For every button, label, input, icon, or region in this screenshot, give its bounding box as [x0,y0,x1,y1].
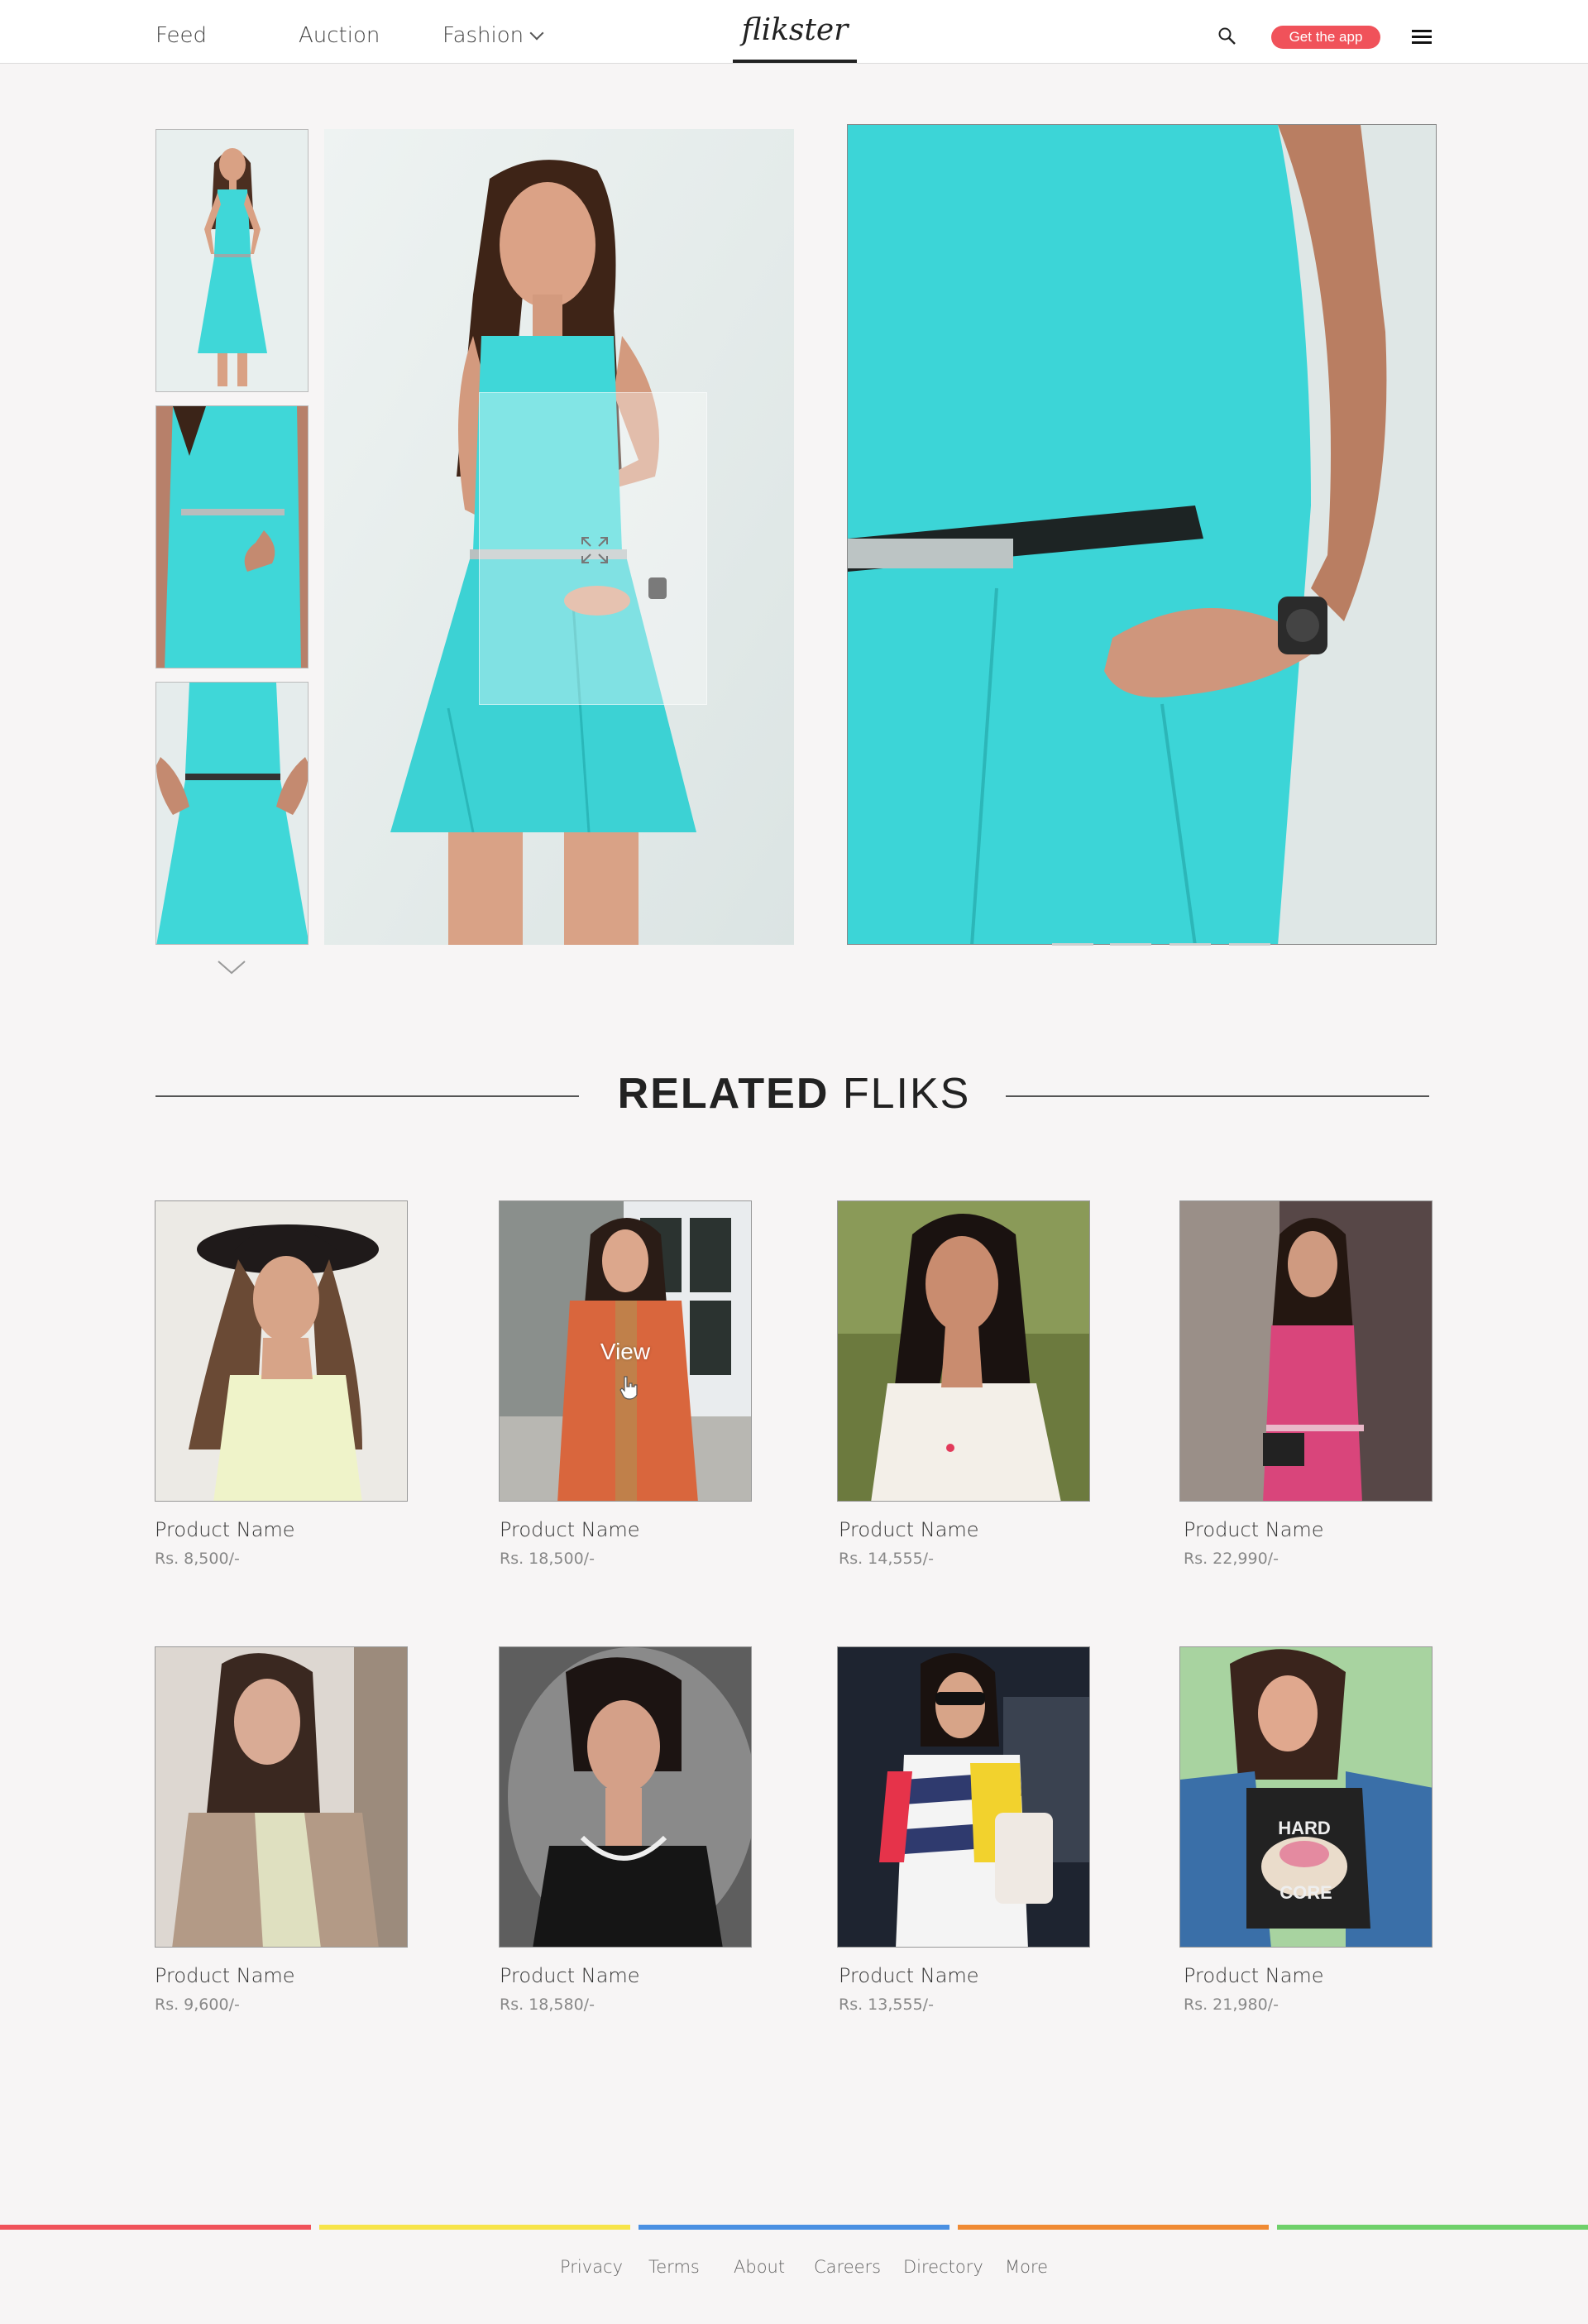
product-name: Product Name [500,1964,640,1987]
expand-icon[interactable] [581,536,609,564]
product-name: Product Name [500,1518,640,1541]
svg-text:HARD: HARD [1278,1818,1331,1838]
search-icon[interactable] [1217,26,1237,46]
product-price: Rs. 13,555/- [839,1996,934,2014]
footer-link-privacy[interactable]: Privacy [560,2257,623,2277]
footer-stripe-red [0,2225,311,2230]
zoom-pager-dot-4[interactable] [1229,943,1270,946]
product-photo-8: HARD CORE [1180,1647,1432,1947]
product-photo-1 [155,1201,407,1501]
zoom-pager-dot-2[interactable] [1110,943,1151,946]
footer-link-about[interactable]: About [734,2257,785,2277]
hand-cursor-icon [619,1376,638,1400]
product-photo-4 [1180,1201,1432,1501]
section-divider-left [155,1095,579,1097]
model-thumbnail-image [156,130,308,391]
section-divider-right [1006,1095,1429,1097]
footer-stripe-yellow [319,2225,630,2230]
product-price: Rs. 9,600/- [155,1996,240,2014]
svg-text:CORE: CORE [1279,1882,1332,1903]
nav-fashion-dropdown[interactable]: Fashion [442,23,544,48]
product-name: Product Name [1184,1964,1324,1987]
view-hover-label[interactable]: View [500,1339,751,1365]
related-fliks-heading: RELATED FLIKS [579,1069,1009,1119]
product-name: Product Name [839,1964,979,1987]
footer-stripe-green [1277,2225,1588,2230]
product-card-image-6[interactable] [499,1646,752,1948]
nav-feed[interactable]: Feed [155,23,207,48]
dress-skirt-thumbnail-image [156,683,308,944]
product-price: Rs. 18,580/- [500,1996,595,2014]
footer-link-terms[interactable]: Terms [648,2257,700,2277]
hamburger-menu-icon[interactable] [1412,30,1432,45]
get-the-app-button[interactable]: Get the app [1271,26,1380,49]
zoom-pager-dot-3[interactable] [1169,943,1211,946]
main-product-photo[interactable] [324,129,794,945]
dress-waist-thumbnail-image [156,406,308,668]
product-card-image-3[interactable] [837,1200,1090,1502]
product-photo-6 [500,1647,751,1947]
logo-active-underline [733,60,857,63]
heading-light-part: FLIKS [842,1070,971,1118]
zoomed-detail-view [847,124,1437,945]
product-photo-5 [155,1647,407,1947]
product-name: Product Name [155,1518,295,1541]
product-photo-3 [838,1201,1089,1501]
product-card-image-2[interactable]: View [499,1200,752,1502]
product-name: Product Name [155,1964,295,1987]
product-photo-7 [838,1647,1089,1947]
product-card-image-7[interactable] [837,1646,1090,1948]
product-price: Rs. 18,500/- [500,1550,595,1568]
footer-link-directory[interactable]: Directory [903,2257,983,2277]
thumbnail-waist-front[interactable] [155,405,309,668]
product-price: Rs. 22,990/- [1184,1550,1279,1568]
thumbnail-full-body[interactable] [155,129,309,392]
footer-stripe-blue [639,2225,949,2230]
top-nav-bar: Feed Auction Fashion flikster Get the ap… [0,0,1588,64]
product-price: Rs. 14,555/- [839,1550,934,1568]
zoomed-dress-image [848,125,1436,944]
nav-fashion-label: Fashion [442,23,524,48]
product-card-image-1[interactable] [155,1200,408,1502]
product-price: Rs. 8,500/- [155,1550,240,1568]
nav-auction[interactable]: Auction [299,23,380,48]
product-card-image-8[interactable]: HARD CORE [1179,1646,1433,1948]
footer-link-more[interactable]: More [1005,2257,1048,2277]
chevron-down-icon[interactable] [217,960,246,976]
heading-bold-part: RELATED [617,1070,830,1118]
chevron-down-icon [529,26,544,41]
footer-stripe-orange [958,2225,1269,2230]
zoom-pager-dot-1[interactable] [1052,943,1093,946]
product-name: Product Name [1184,1518,1324,1541]
product-name: Product Name [839,1518,979,1541]
thumbnail-skirt-detail[interactable] [155,682,309,945]
footer-link-careers[interactable]: Careers [814,2257,881,2277]
product-price: Rs. 21,980/- [1184,1996,1279,2014]
product-card-image-5[interactable] [155,1646,408,1948]
product-card-image-4[interactable] [1179,1200,1433,1502]
logo[interactable]: flikster [733,13,857,63]
